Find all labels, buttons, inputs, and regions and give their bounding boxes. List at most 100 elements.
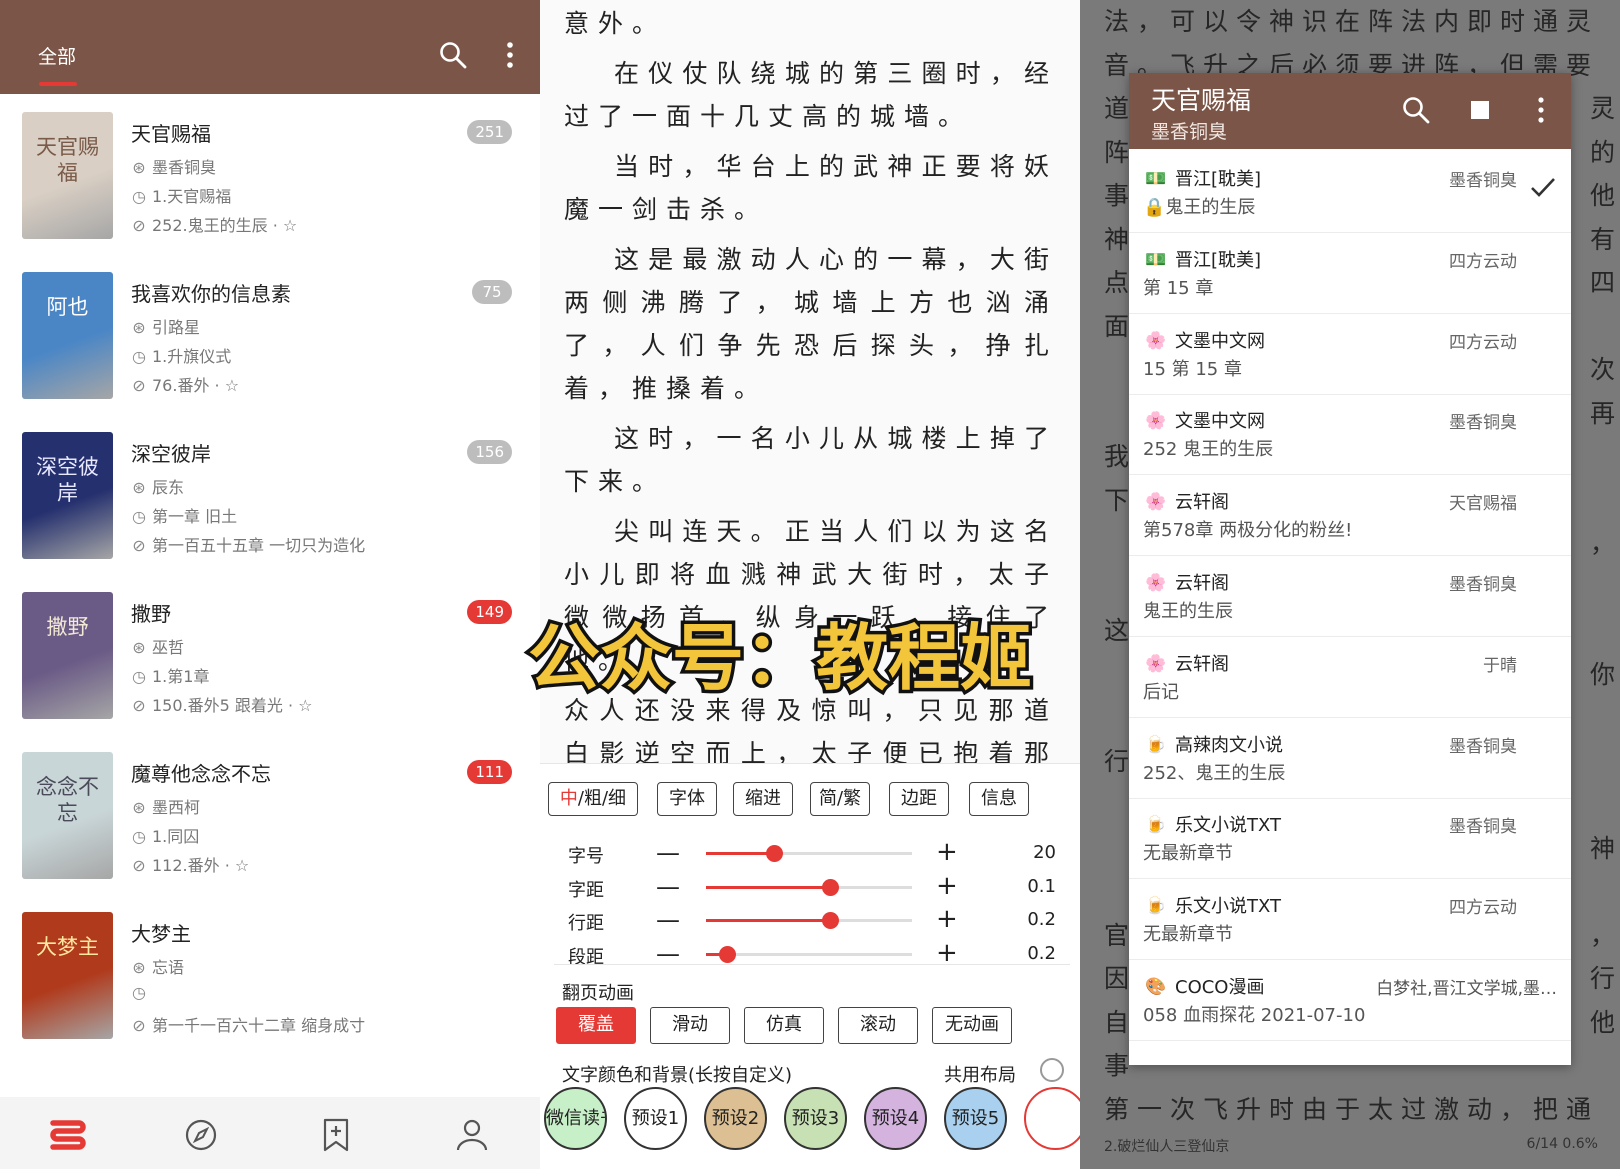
page-animation-option[interactable]: 滑动 (650, 1007, 730, 1044)
compass-icon[interactable] (181, 1115, 221, 1155)
bookmark-add-icon[interactable] (316, 1115, 356, 1155)
book-cover[interactable]: 天官赐福 (22, 112, 113, 239)
book-first-chapter-text: 1.天官赐福 (152, 187, 232, 206)
search-icon[interactable] (438, 40, 468, 70)
person-icon[interactable] (452, 1115, 492, 1155)
book-item[interactable]: 大梦主 大梦主 ⊛ 忘语 ◷ ⊘ 第一千一百六十二章 缩身成寸 (0, 912, 540, 1072)
source-latest-chapter: 058 血雨探花 2021-07-10 (1143, 1005, 1366, 1026)
book-item[interactable]: 深空彼岸 深空彼岸 156 ⊛ 辰东 ◷ 第一章 旧土 ⊘ 第一百五十五章 一切只为造化 (0, 432, 540, 592)
decrease-button[interactable]: — (656, 908, 680, 932)
theme-preset[interactable]: 预设1 (624, 1087, 687, 1150)
source-item[interactable]: 🌸 文墨中文网 墨香铜臭 252 鬼王的生辰 (1129, 391, 1571, 476)
slider-thumb[interactable] (821, 912, 839, 929)
increase-button[interactable]: + (936, 940, 958, 966)
tab-all[interactable]: 全部 (38, 42, 76, 69)
format-button[interactable]: 边距 (889, 782, 949, 816)
increase-button[interactable]: + (936, 906, 958, 932)
slider-thumb[interactable] (765, 845, 783, 862)
source-author: 墨香铜臭 (1449, 171, 1517, 191)
source-author: 于晴 (1483, 655, 1517, 676)
theme-preset[interactable]: 预设2 (704, 1087, 767, 1150)
background-right-char: 他 (1590, 1007, 1616, 1037)
page-animation-option[interactable]: 覆盖 (556, 1007, 636, 1044)
slider-thumb[interactable] (821, 878, 839, 896)
book-cover[interactable]: 撒野 (22, 592, 113, 719)
source-latest-chapter: 无最新章节 (1143, 924, 1233, 946)
source-item[interactable]: 🍺 高辣肉文小说 墨香铜臭 252、鬼王的生辰 (1129, 715, 1571, 799)
setting-slider-row: 段距 — +0.2 (540, 937, 1080, 971)
slider-thumb[interactable] (718, 945, 736, 963)
book-author-text: 引路星 (152, 318, 201, 337)
source-item[interactable]: 🎨 COCO漫画 白梦社,晋江文学城,墨… 058 血雨探花 2021-07-10 (1129, 957, 1571, 1041)
source-item[interactable]: 🍺 乐文小说TXT 墨香铜臭 无最新章节 (1129, 795, 1571, 880)
source-item[interactable]: 🍺 乐文小说TXT 四方云动 无最新章节 (1129, 876, 1571, 961)
format-button-label: 缩进 (745, 788, 781, 809)
book-cover[interactable]: 大梦主 (22, 912, 113, 1039)
background-right-char: 四 (1590, 268, 1616, 297)
source-item[interactable]: 💵 晋江[耽美] 四方云动第 15 章 (1129, 230, 1571, 314)
decrease-button[interactable]: — (656, 942, 680, 966)
book-item[interactable]: 阿也 我喜欢你的信息素 75 ⊛ 引路星 ◷ 1.升旗仪式 ⊘ 76.番外 · ☆ (0, 272, 540, 432)
book-cover[interactable]: 念念不忘 (22, 752, 113, 879)
page-animation-option[interactable]: 滚动 (838, 1007, 918, 1044)
text-paragraph: 可是，那一天，却发生了一件意外。 (564, 9, 667, 38)
book-cover[interactable]: 深空彼岸 (22, 432, 113, 559)
page-animation-option[interactable]: 无动画 (932, 1007, 1012, 1044)
slider-track[interactable] (706, 945, 912, 963)
increase-button[interactable]: + (936, 839, 958, 865)
book-cover[interactable]: 阿也 (22, 272, 113, 399)
book-author-text: 辰东 (152, 478, 185, 497)
format-button[interactable]: 缩进 (733, 782, 793, 816)
book-item[interactable]: 撒野 撒野 149 ⊛ 巫哲 ◷ 1.第1章 ⊘ 150.番外5 跟着光 · ☆ (0, 592, 540, 752)
source-name: 云轩阁 (1175, 573, 1229, 594)
source-item[interactable]: 🌸 文墨中文网 四方云动 15 第 15 章 (1129, 311, 1571, 395)
book-latest-chapter: ⊘ 第一百五十五章 一切只为造化 (131, 532, 365, 556)
share-layout-toggle[interactable] (1040, 1058, 1064, 1082)
chapter-content[interactable]: 可是，那一天，却发生了一件意外。在仪仗队绕城的第三圈时，经过了一面十几丈高的城墙… (564, 0, 1058, 868)
bookshelf-nav-icon[interactable] (47, 1115, 87, 1155)
stop-icon[interactable] (1471, 101, 1489, 119)
settings-divider (554, 964, 1070, 965)
theme-preset[interactable]: 微信读书 (544, 1087, 607, 1150)
increase-button[interactable]: + (936, 873, 958, 899)
slider-track[interactable] (706, 878, 912, 896)
book-item[interactable]: 天官赐福 天官赐福 251 ⊛ 墨香铜臭 ◷ 1.天官赐福 ⊘ 252.鬼王的生辰 · ☆ (0, 112, 540, 272)
source-item[interactable]: 🌸 云轩阁 墨香铜臭 鬼王的生辰 (1129, 553, 1571, 637)
theme-preset-label: 预设2 (711, 1108, 760, 1129)
background-text-line: 第一次飞升时由于太过激动，把通灵 (1104, 1094, 1598, 1124)
format-button[interactable]: 信息 (969, 782, 1029, 816)
format-button-label: 边距 (901, 788, 937, 809)
format-button[interactable]: 字体 (657, 782, 717, 816)
slider-track[interactable] (706, 845, 912, 862)
slider-label: 行距 (568, 913, 604, 934)
latest-chapter-icon: ⊘ (132, 536, 146, 555)
source-author: 四方云动 (1449, 898, 1517, 919)
decrease-button[interactable]: — (656, 841, 680, 865)
source-item[interactable]: 💵 晋江[耽美] 墨香铜臭 🔒鬼王的生辰 (1129, 149, 1571, 233)
theme-preset[interactable]: 预设3 (784, 1087, 847, 1150)
theme-preset[interactable]: 预设4 (864, 1087, 927, 1150)
more-vert-icon[interactable] (1533, 95, 1549, 125)
background-right-char: 次 (1590, 355, 1616, 384)
theme-preset-label: 预设1 (631, 1108, 680, 1129)
source-name: 晋江[耽美] (1175, 249, 1262, 271)
format-button[interactable]: 简/繁 (810, 782, 870, 816)
slider-value: 0.1 (1027, 875, 1056, 897)
format-button-label: 字体 (669, 788, 705, 809)
book-first-chapter: ◷ 1.升旗仪式 (131, 343, 231, 367)
source-item[interactable]: 🌸 云轩阁 天官赐福 第578章 两极分化的粉丝! (1129, 472, 1571, 557)
search-icon[interactable] (1401, 95, 1431, 125)
theme-preset[interactable] (1024, 1087, 1080, 1150)
format-button[interactable]: 中/粗/细 (548, 782, 638, 816)
author-icon: ⊛ (132, 318, 146, 337)
decrease-button[interactable]: — (656, 875, 680, 899)
slider-track[interactable] (706, 912, 912, 929)
page-animation-option[interactable]: 仿真 (744, 1007, 824, 1044)
more-vert-icon[interactable] (500, 40, 520, 70)
source-item[interactable]: 🌸 云轩阁 于晴 后记 (1129, 634, 1571, 718)
background-right-char (1590, 44, 1620, 88)
book-item[interactable]: 念念不忘 魔尊他念念不忘 111 ⊛ 墨西柯 ◷ 1.同囚 ⊘ 112.番外 · ☆ (0, 752, 540, 912)
author-icon: ⊛ (132, 798, 146, 817)
theme-preset[interactable]: 预设5 (944, 1087, 1007, 1150)
book-author-text: 墨西柯 (152, 798, 201, 817)
